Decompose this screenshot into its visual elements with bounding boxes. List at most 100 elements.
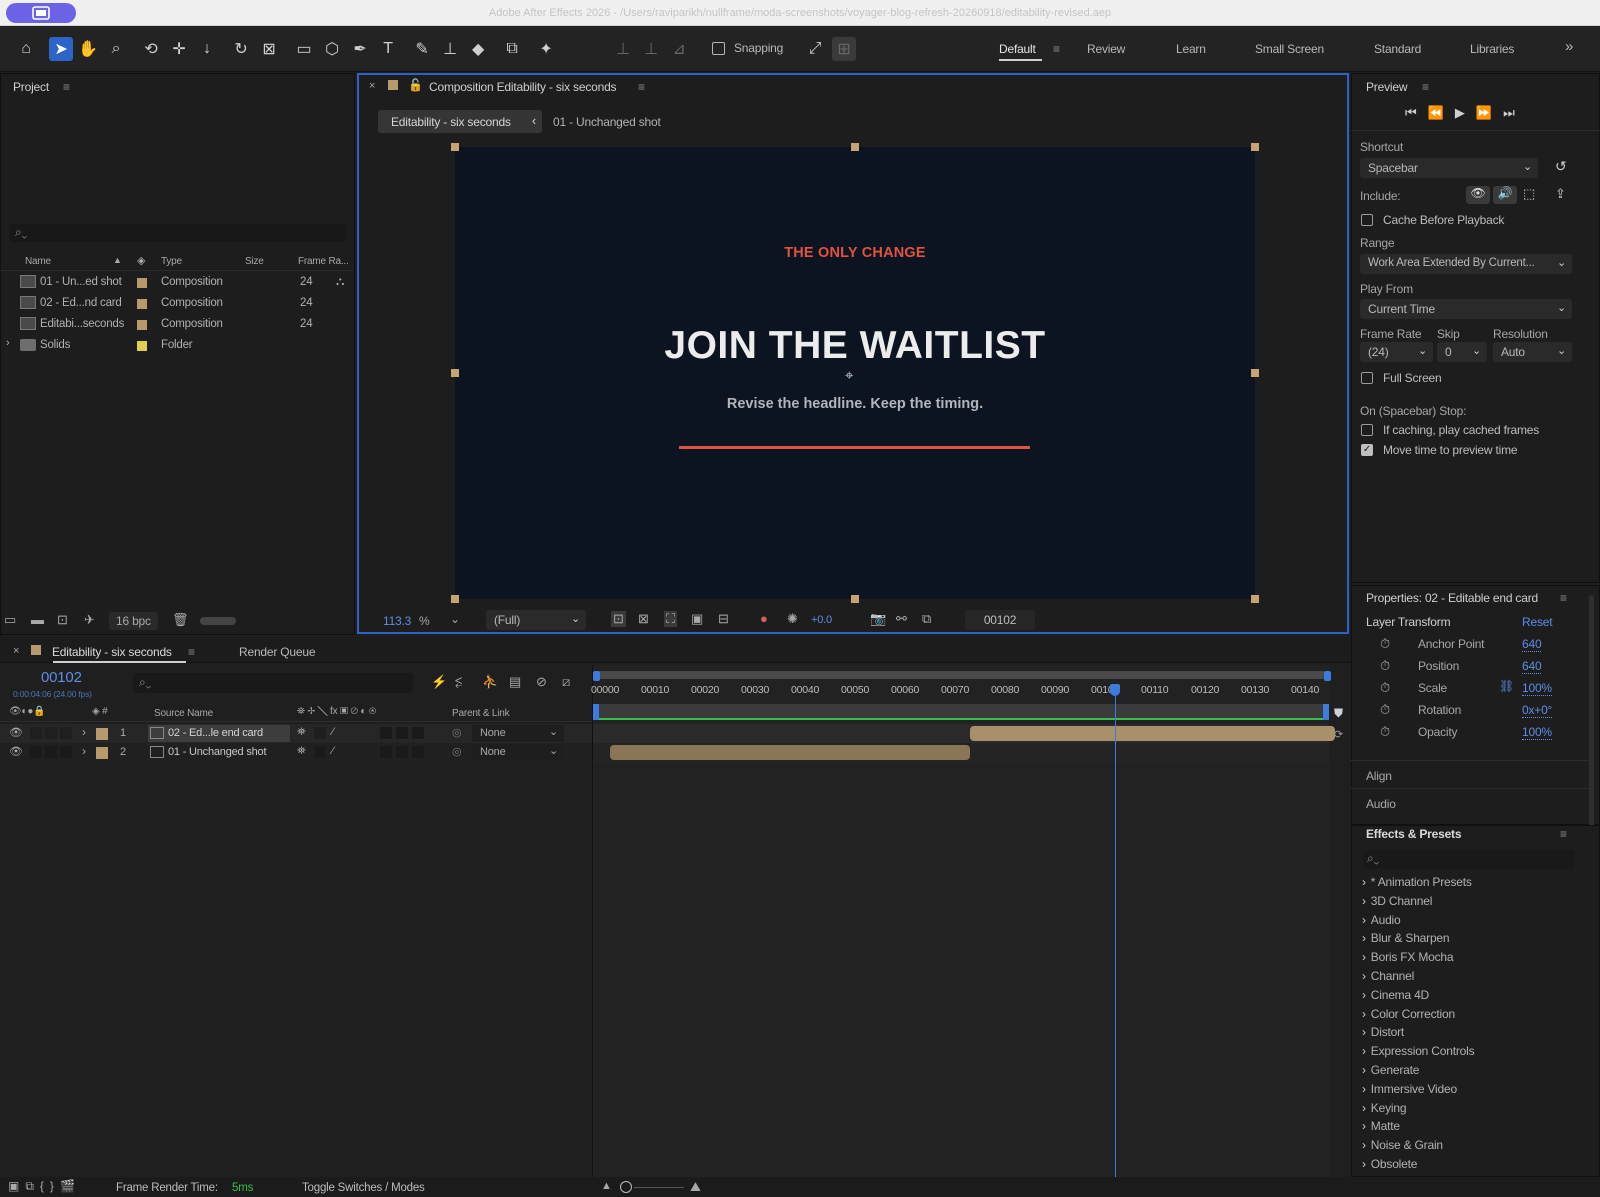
work-area-bar[interactable] bbox=[597, 671, 1326, 679]
project-item[interactable]: 02 - Ed...nd card Composition 24 bbox=[0, 294, 353, 315]
snapping-checkbox[interactable] bbox=[712, 42, 725, 55]
selection-tool-icon[interactable]: ➤ bbox=[49, 37, 73, 61]
transform-handle[interactable] bbox=[451, 369, 459, 377]
chevron-down-icon[interactable]: ⌄ bbox=[450, 612, 460, 626]
project-item[interactable]: 01 - Un...ed shot Composition 24 ⛬ bbox=[0, 273, 353, 294]
lock-icon[interactable]: 🔓 bbox=[408, 78, 423, 92]
pick-whip-icon[interactable]: ◎ bbox=[452, 726, 462, 739]
visibility-eye-icon[interactable]: 👁 bbox=[9, 745, 23, 758]
lock-toggle[interactable] bbox=[60, 727, 72, 739]
render-queue-tab[interactable]: Render Queue bbox=[239, 645, 316, 659]
effects-category[interactable]: › Expression Controls bbox=[1362, 1044, 1475, 1063]
workspace-learn[interactable]: Learn bbox=[1176, 42, 1206, 56]
collapse-switch[interactable] bbox=[314, 746, 326, 758]
fast-previews-icon[interactable]: ⊡ bbox=[611, 611, 626, 627]
color-channels-icon[interactable]: ● bbox=[760, 611, 768, 626]
lock-toggle[interactable] bbox=[60, 746, 72, 758]
preview-3d-icon[interactable]: ⧉ bbox=[922, 611, 931, 627]
workspace-menu-icon[interactable]: ≡ bbox=[1053, 42, 1060, 56]
anchor-point-value[interactable]: 640 bbox=[1522, 637, 1542, 652]
brush-tool-icon[interactable]: ✎ bbox=[410, 37, 434, 61]
zoom-in-icon[interactable]: ⛰ bbox=[690, 1179, 701, 1195]
opacity-value[interactable]: 100% bbox=[1522, 725, 1552, 740]
col-parent-link[interactable]: Parent & Link bbox=[452, 708, 510, 719]
workspace-review[interactable]: Review bbox=[1087, 42, 1125, 56]
stopwatch-icon[interactable]: ⏱ bbox=[1380, 702, 1390, 718]
shy-layers-icon[interactable]: ⛹ bbox=[482, 674, 498, 690]
audio-toggle[interactable] bbox=[30, 727, 42, 739]
visibility-eye-icon[interactable]: 👁 bbox=[9, 726, 23, 739]
full-screen-checkbox[interactable] bbox=[1361, 372, 1373, 384]
align-section[interactable]: Align bbox=[1351, 760, 1589, 788]
preview-resolution-dropdown[interactable]: Auto ⌄ bbox=[1493, 342, 1572, 362]
layer-row[interactable]: 👁 › 1 02 - Ed...le end card ⛯ ⁄ ◎ None ⌄ bbox=[0, 724, 592, 743]
layer-duration-bar[interactable] bbox=[610, 745, 970, 760]
shy-switch-icon[interactable]: ⛯ bbox=[297, 726, 306, 739]
axis-local-icon[interactable]: ⊥ bbox=[611, 37, 635, 61]
effects-category[interactable]: › Keying bbox=[1362, 1101, 1406, 1120]
timeline-tab-title[interactable]: Editability - six seconds bbox=[52, 645, 172, 659]
effects-category[interactable]: › Noise & Grain bbox=[1362, 1138, 1443, 1157]
play-icon[interactable]: ▶ bbox=[1455, 105, 1476, 120]
timeline-search-input[interactable]: ⌕⌄ bbox=[133, 673, 413, 693]
snap-edge-icon[interactable]: ⤢ bbox=[803, 37, 827, 61]
col-type[interactable]: Type bbox=[161, 256, 182, 267]
transform-handle[interactable] bbox=[1251, 369, 1259, 377]
constrain-proportions-icon[interactable]: ⛓ bbox=[1499, 679, 1514, 693]
blend-switch[interactable] bbox=[396, 746, 408, 758]
solo-toggle[interactable] bbox=[45, 746, 57, 758]
disclosure-triangle-icon[interactable]: › bbox=[6, 337, 10, 349]
scale-value[interactable]: 100% bbox=[1522, 681, 1552, 696]
workspace-standard[interactable]: Standard bbox=[1374, 42, 1421, 56]
resolution-dropdown[interactable]: (Full) ⌄ bbox=[486, 610, 586, 630]
disclosure-triangle-icon[interactable]: › bbox=[82, 744, 86, 758]
time-ruler[interactable]: 00000 00010 00020 00030 00040 00050 00060 00070… bbox=[591, 680, 1329, 704]
type-tool-icon[interactable]: T bbox=[376, 37, 400, 61]
navigator-start-handle[interactable] bbox=[593, 704, 599, 720]
next-frame-icon[interactable]: ⏩ bbox=[1476, 105, 1503, 120]
transform-handle[interactable] bbox=[451, 595, 459, 603]
timeline-menu-icon[interactable]: ≡ bbox=[188, 645, 195, 659]
effects-category[interactable]: › * Animation Presets bbox=[1362, 875, 1472, 894]
exposure-value[interactable]: +0.0 bbox=[811, 614, 832, 626]
dolly-camera-icon[interactable]: ↓ bbox=[195, 37, 219, 61]
3d-shape-icon[interactable]: ⬡ bbox=[320, 37, 344, 61]
timeline-current-frame[interactable]: 00102 bbox=[41, 669, 82, 686]
range-dropdown[interactable]: Work Area Extended By Current... ⌄ bbox=[1360, 254, 1572, 274]
layer-switches-toggle-icon[interactable]: ▣ bbox=[8, 1179, 25, 1193]
effect-switch[interactable] bbox=[380, 727, 392, 739]
transfer-controls-icon[interactable]: ⧉ bbox=[25, 1179, 40, 1193]
include-overlays-icon[interactable]: ⬚ bbox=[1523, 186, 1535, 202]
parent-dropdown[interactable]: None ⌄ bbox=[472, 744, 564, 761]
reset-button[interactable]: Reset bbox=[1522, 615, 1553, 629]
col-frame-rate[interactable]: Frame Ra... bbox=[298, 256, 349, 267]
stopwatch-icon[interactable]: ⏱ bbox=[1380, 680, 1390, 696]
graph-editor-icon[interactable]: ⧄ bbox=[562, 674, 570, 690]
audio-section[interactable]: Audio bbox=[1351, 788, 1589, 816]
parent-dropdown[interactable]: None ⌄ bbox=[472, 725, 564, 742]
motion-blur-switch[interactable] bbox=[412, 746, 424, 758]
motion-blur-icon[interactable]: ⊘ bbox=[536, 674, 547, 690]
previous-frame-icon[interactable]: ⏪ bbox=[1428, 105, 1455, 120]
effects-category[interactable]: › Matte bbox=[1362, 1119, 1400, 1138]
shy-switch-icon[interactable]: ⛯ bbox=[297, 745, 306, 758]
rotate-tool-icon[interactable]: ↻ bbox=[229, 37, 253, 61]
comp-button-icon[interactable]: ⟳ bbox=[1334, 728, 1343, 741]
quality-switch-icon[interactable]: ⁄ bbox=[332, 745, 334, 757]
audio-toggle[interactable] bbox=[30, 746, 42, 758]
hand-tool-icon[interactable]: ✋ bbox=[76, 37, 100, 61]
breadcrumb-active[interactable]: Editability - six seconds ‹ bbox=[378, 110, 542, 133]
effects-category[interactable]: › Channel bbox=[1362, 969, 1414, 988]
current-time-field[interactable]: 00102 bbox=[965, 610, 1035, 630]
pan-camera-icon[interactable]: ✛ bbox=[167, 37, 191, 61]
cache-before-playback-checkbox[interactable] bbox=[1361, 214, 1373, 226]
skip-dropdown[interactable]: 0 ⌄ bbox=[1437, 342, 1487, 362]
stopwatch-icon[interactable]: ⏱ bbox=[1380, 724, 1390, 740]
effects-category[interactable]: › Boris FX Mocha bbox=[1362, 950, 1454, 969]
preview-menu-icon[interactable]: ≡ bbox=[1422, 80, 1429, 94]
comp-flowchart-icon[interactable]: ⥶ bbox=[455, 674, 462, 690]
interpret-footage-icon[interactable]: ▭ bbox=[4, 612, 16, 628]
include-audio-icon[interactable]: 🔊 bbox=[1493, 186, 1517, 204]
snapshot-icon[interactable]: 📷 bbox=[870, 611, 886, 627]
collapse-switch[interactable] bbox=[314, 727, 326, 739]
